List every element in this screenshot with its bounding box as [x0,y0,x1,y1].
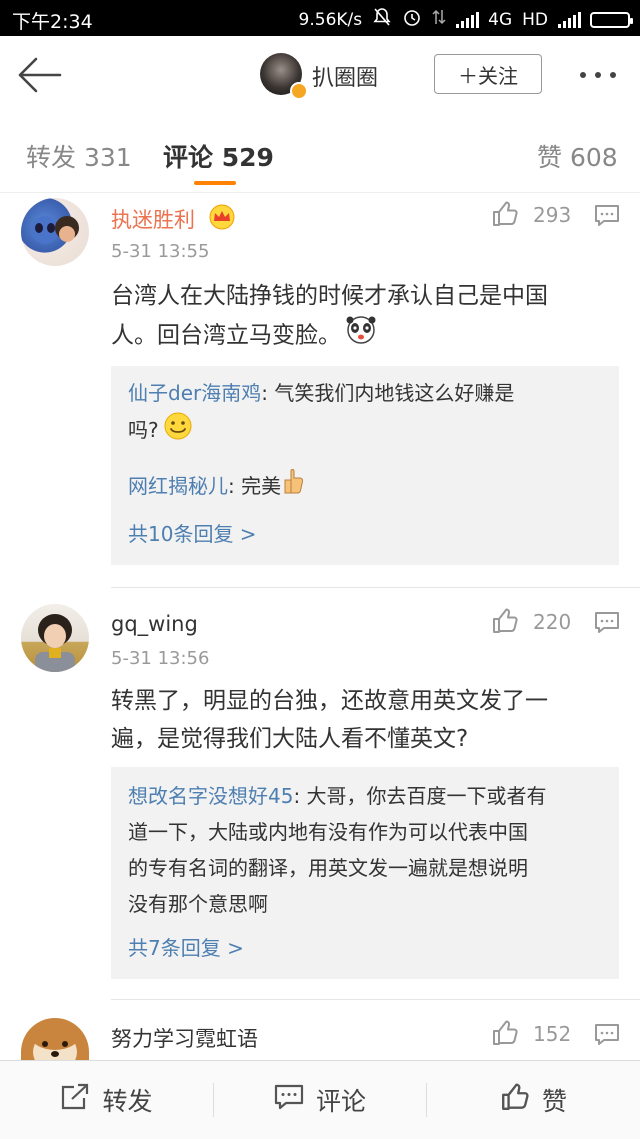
vip-crown-icon [208,204,236,234]
comment-divider [111,999,640,1000]
reply-item[interactable]: 仙子der海南鸡: 气笑我们内地钱这么好赚是 吗? [128,375,608,452]
commenter-avatar[interactable] [21,1018,89,1060]
comment-text: 转黑了，明显的台独，还故意用英文发了一 遍，是觉得我们大陆人看不懂英文? [111,688,548,752]
author-name[interactable]: 扒圈圈 [312,60,378,92]
panda-emoji-icon [345,315,377,357]
mute-bell-icon [372,7,392,32]
top-nav: 扒圈圈 ＋关注 [0,36,640,114]
commenter-name[interactable]: gq_wing [111,612,198,636]
comment-divider [111,587,640,588]
like-count: 293 [533,203,572,227]
share-icon [60,1083,90,1117]
network-type: 4G [488,9,513,30]
comment-button[interactable]: 评论 [214,1061,426,1139]
tab-repost[interactable]: 转发 331 [26,138,132,174]
thumbs-up-emoji-icon [283,468,307,507]
like-button[interactable]: 赞 [427,1061,640,1139]
hd-label: HD [522,9,548,30]
signal-icon-2 [558,11,581,28]
comment-time: 5-31 13:55 [111,241,210,262]
thumbs-up-icon[interactable] [491,200,519,232]
repost-label: 转发 [102,1087,153,1116]
alarm-icon [402,7,422,32]
back-arrow-icon[interactable] [16,56,62,98]
reply-item[interactable]: 想改名字没想好45: 大哥，你去百度一下或者有 道一下，大陆或内地有没有作为可以… [128,778,613,922]
reply-item[interactable]: 网红揭秘儿: 完美 [128,468,608,507]
thumbs-up-icon[interactable] [491,1019,519,1051]
bottom-action-bar: 转发 评论 赞 [0,1060,640,1139]
commenter-name[interactable]: 执迷胜利 [111,204,195,234]
commenter-avatar[interactable] [21,604,89,672]
thumbs-up-icon [500,1082,530,1118]
commenter-name[interactable]: 努力学习霓虹语 [111,1023,258,1053]
comment-text: 台湾人在大陆挣钱的时候才承认自己是中国 人。回台湾立马变脸。 [111,277,621,357]
status-bar: 下午2:34 9.56K/s 4G HD [0,0,640,36]
data-arrows-icon [432,8,446,31]
network-speed: 9.56K/s [298,9,363,30]
tab-comment[interactable]: 评论 529 [163,138,274,174]
reply-icon[interactable] [594,611,620,639]
comment-icon [274,1083,304,1117]
active-tab-indicator [194,181,236,185]
view-all-replies-link[interactable]: 共10条回复 > [128,518,257,547]
reply-icon[interactable] [594,1023,620,1051]
tab-bar: 转发 331 评论 529 赞 608 [0,114,640,193]
verified-badge-icon [290,82,308,100]
like-count: 152 [533,1022,572,1046]
view-all-replies-link[interactable]: 共7条回复 > [128,932,244,961]
follow-button[interactable]: ＋关注 [434,54,542,94]
like-count: 220 [533,610,572,634]
signal-icon [456,11,480,28]
thumbs-up-icon[interactable] [491,607,519,639]
reply-icon[interactable] [594,204,620,232]
tab-like[interactable]: 赞 608 [537,138,618,174]
commenter-avatar[interactable] [21,198,89,266]
status-time: 下午2:34 [12,11,93,33]
repost-button[interactable]: 转发 [0,1061,213,1139]
battery-icon [590,11,633,28]
comment-label: 评论 [315,1087,366,1116]
more-options-icon[interactable] [580,72,616,78]
comment-time: 5-31 13:56 [111,648,210,669]
status-icons: 9.56K/s 4G HD [298,7,633,32]
smile-emoji-icon [163,411,193,452]
like-label: 赞 [541,1087,567,1116]
